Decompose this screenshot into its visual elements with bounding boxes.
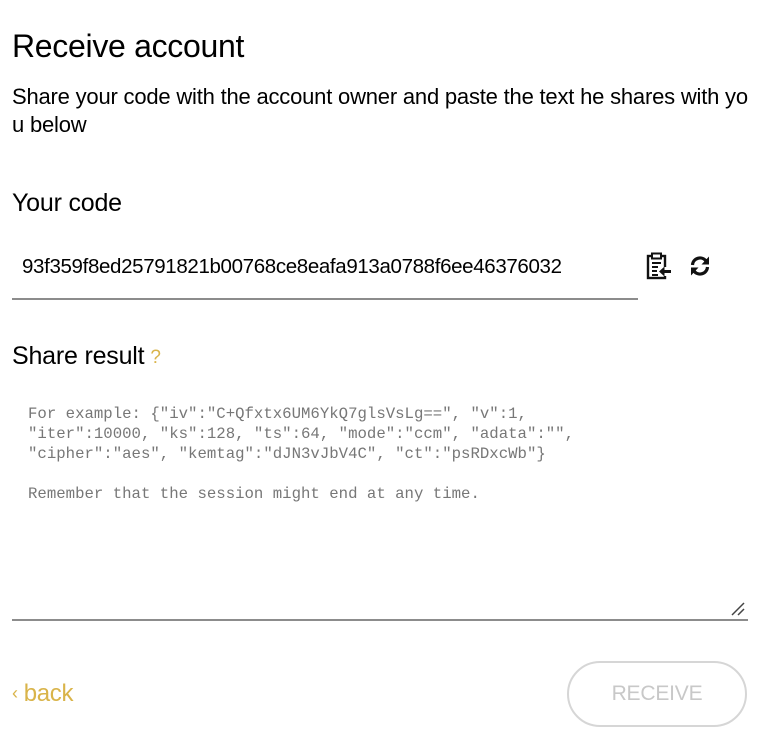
your-code-value[interactable]: 93f359f8ed25791821b00768ce8eafa913a0788f… — [22, 254, 630, 280]
back-label: back — [23, 680, 74, 707]
receive-button[interactable]: RECEIVE — [567, 661, 747, 727]
share-result-label-text: Share result — [12, 342, 145, 370]
page-subtitle: Share your code with the account owner a… — [12, 84, 748, 137]
page-title: Receive account — [12, 28, 245, 64]
chevron-left-icon: ‹ — [12, 683, 18, 703]
paste-from-clipboard-icon — [646, 252, 671, 280]
refresh-code-button[interactable] — [686, 252, 714, 280]
your-code-label: Your code — [12, 189, 122, 217]
resize-grip-icon[interactable] — [730, 601, 746, 617]
back-link[interactable]: ‹ back — [12, 678, 74, 709]
refresh-icon — [690, 256, 710, 276]
your-code-field[interactable]: 93f359f8ed25791821b00768ce8eafa913a0788f… — [12, 246, 638, 300]
share-result-textarea[interactable]: For example: {"iv":"C+Qfxtx6UM6YkQ7glsVs… — [12, 390, 748, 621]
share-result-placeholder: For example: {"iv":"C+Qfxtx6UM6YkQ7glsVs… — [28, 405, 575, 503]
share-result-label: Share result? — [12, 341, 161, 373]
paste-button[interactable] — [645, 252, 673, 280]
help-icon[interactable]: ? — [150, 347, 161, 368]
